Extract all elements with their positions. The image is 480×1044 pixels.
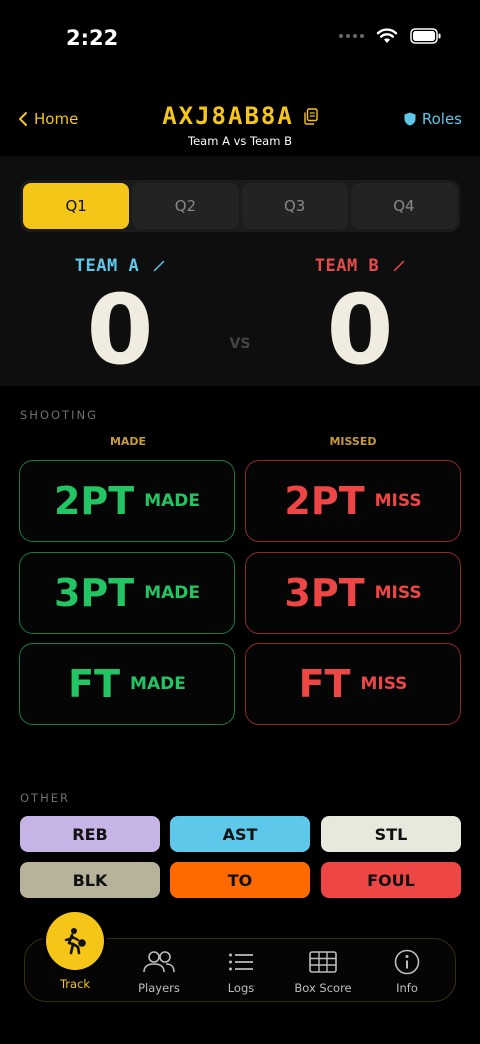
tab-logs[interactable]: Logs	[199, 939, 283, 1003]
two-point-made-button[interactable]: 2PT MADE	[19, 460, 235, 542]
tab-track-label: Track	[59, 977, 91, 991]
turnover-button[interactable]: TO	[170, 862, 310, 898]
shot-result-label: MISS	[360, 674, 408, 694]
roles-label: Roles	[421, 110, 462, 128]
free-throw-miss-button[interactable]: FT MISS	[245, 643, 461, 725]
assist-button[interactable]: AST	[170, 816, 310, 852]
steal-button[interactable]: STL	[321, 816, 461, 852]
free-throw-made-button[interactable]: FT MADE	[19, 643, 235, 725]
edit-team-b-icon[interactable]	[393, 260, 405, 272]
status-bar: 2:22	[0, 0, 480, 80]
shot-type-label: 3PT	[284, 571, 365, 615]
two-point-miss-button[interactable]: 2PT MISS	[245, 460, 461, 542]
quarter-tab-q4[interactable]: Q4	[350, 183, 457, 229]
edit-team-a-icon[interactable]	[153, 260, 165, 272]
tab-players[interactable]: Players	[117, 939, 201, 1003]
shield-icon	[404, 112, 416, 126]
shooting-section-label: SHOOTING	[20, 408, 98, 422]
shot-result-label: MADE	[144, 583, 201, 603]
shot-type-label: FT	[298, 662, 351, 706]
quarter-selector: Q1 Q2 Q3 Q4	[20, 180, 460, 232]
team-a-score-block: TEAM A 0	[20, 256, 220, 378]
roles-button[interactable]: Roles	[404, 110, 462, 128]
matchup-subtitle: Team A vs Team B	[188, 134, 292, 148]
team-b-score-block: TEAM B 0	[260, 256, 460, 378]
status-time: 2:22	[66, 26, 119, 50]
shot-result-label: MADE	[130, 674, 186, 694]
basketball-player-icon	[64, 928, 86, 955]
three-point-made-button[interactable]: 3PT MADE	[19, 552, 235, 634]
shot-result-label: MISS	[374, 583, 422, 603]
list-icon	[229, 953, 253, 971]
shot-result-label: MADE	[144, 491, 201, 511]
made-column-header: MADE	[109, 435, 147, 448]
tab-box-score[interactable]: Box Score	[281, 939, 365, 1003]
team-b-score: 0	[326, 274, 394, 386]
battery-icon	[410, 28, 441, 44]
shot-type-label: 2PT	[53, 479, 135, 523]
foul-button[interactable]: FOUL	[321, 862, 461, 898]
tab-label: Box Score	[294, 981, 352, 995]
block-button[interactable]: BLK	[20, 862, 160, 898]
tab-info[interactable]: Info	[365, 939, 449, 1003]
shot-type-label: 2PT	[284, 479, 365, 523]
status-icons	[339, 28, 442, 44]
tab-label: Players	[138, 981, 180, 995]
three-point-miss-button[interactable]: 3PT MISS	[245, 552, 461, 634]
team-a-name: TEAM A	[74, 256, 140, 276]
wifi-icon	[376, 28, 398, 43]
team-a-score: 0	[86, 274, 154, 386]
team-b-name: TEAM B	[314, 256, 380, 276]
score-panel: Q1 Q2 Q3 Q4 TEAM A 0 VS TEAM B 0	[0, 156, 480, 386]
table-icon	[309, 951, 337, 973]
quarter-tab-q2[interactable]: Q2	[132, 183, 239, 229]
info-icon	[394, 949, 420, 975]
other-section-label: OTHER	[20, 791, 70, 805]
quarter-tab-q1[interactable]: Q1	[23, 183, 130, 229]
shot-type-label: 3PT	[53, 571, 135, 615]
quarter-tab-q3[interactable]: Q3	[241, 183, 348, 229]
missed-column-header: MISSED	[329, 435, 377, 448]
tab-track[interactable]	[46, 912, 104, 970]
tab-label: Logs	[227, 981, 255, 995]
nav-header: Home AXJ8AB8A Team A vs Team B Roles	[0, 102, 480, 154]
game-code: AXJ8AB8A	[162, 102, 294, 130]
rebound-button[interactable]: REB	[20, 816, 160, 852]
shot-type-label: FT	[68, 662, 121, 706]
cellular-signal-icon	[339, 34, 364, 38]
tab-label: Info	[396, 981, 418, 995]
people-icon	[143, 951, 175, 973]
copy-icon[interactable]	[304, 107, 318, 125]
shot-result-label: MISS	[374, 491, 422, 511]
